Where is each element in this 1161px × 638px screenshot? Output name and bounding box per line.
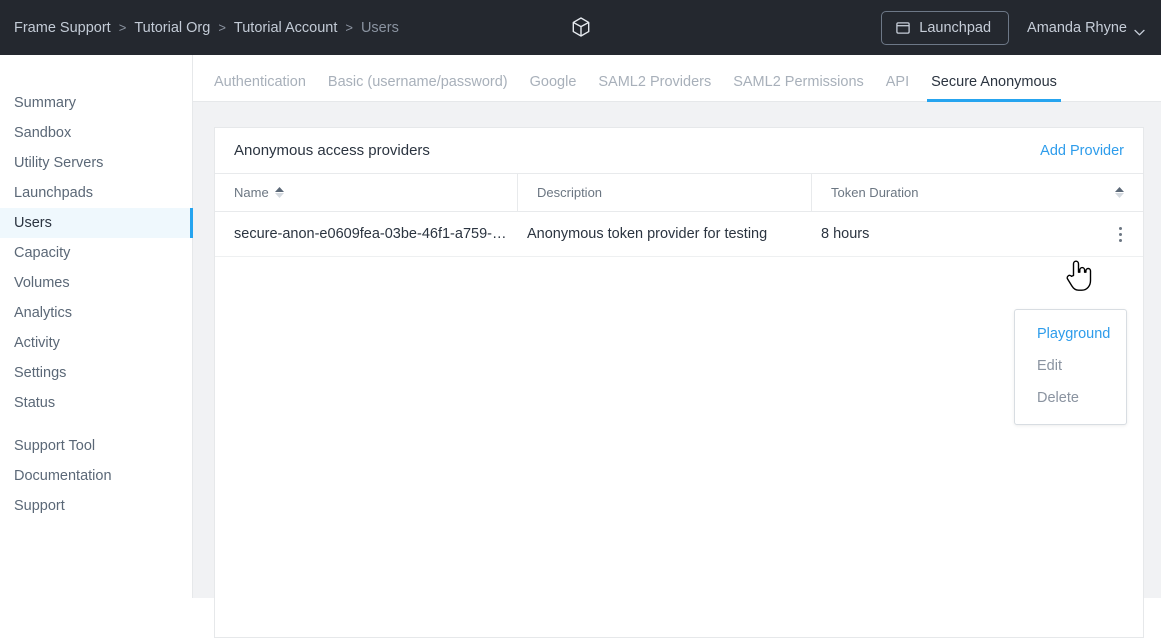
sidebar-item-status[interactable]: Status: [0, 388, 192, 418]
sidebar-item-launchpads[interactable]: Launchpads: [0, 178, 192, 208]
sidebar-item-label: Summary: [14, 95, 77, 111]
sort-arrows-icon[interactable]: [274, 187, 284, 198]
window-icon: [896, 21, 911, 34]
user-menu-label: Amanda Rhyne: [1027, 19, 1127, 36]
sidebar-item-volumes[interactable]: Volumes: [0, 268, 192, 298]
chevron-down-icon: [1134, 24, 1145, 36]
column-header-token-duration[interactable]: Token Duration: [812, 173, 1143, 212]
sidebar-item-label: Volumes: [14, 275, 70, 291]
kebab-dot: [1118, 238, 1122, 242]
tab-secure-anonymous[interactable]: Secure Anonymous: [927, 74, 1061, 102]
header-actions: Launchpad Amanda Rhyne: [881, 0, 1149, 55]
tab-saml2-providers[interactable]: SAML2 Providers: [598, 74, 711, 101]
breadcrumb-separator: >: [218, 20, 226, 35]
top-header-bar: Frame Support > Tutorial Org > Tutorial …: [0, 0, 1161, 55]
breadcrumb-separator: >: [118, 20, 127, 35]
sidebar-item-label: Users: [14, 215, 52, 231]
breadcrumb: Frame Support > Tutorial Org > Tutorial …: [14, 20, 399, 36]
sidebar-item-support-tool[interactable]: Support Tool: [0, 431, 192, 461]
cell-token-duration: 8 hours: [821, 226, 870, 242]
tab-label: Authentication: [214, 74, 306, 90]
sidebar-item-label: Capacity: [14, 245, 71, 261]
tab-bar: Authentication Basic (username/password)…: [193, 55, 1161, 102]
main-content: Authentication Basic (username/password)…: [193, 55, 1161, 638]
sidebar-item-label: Support: [14, 498, 65, 514]
sidebar-item-label: Activity: [14, 335, 60, 351]
sidebar-item-analytics[interactable]: Analytics: [0, 298, 192, 328]
sidebar-item-documentation[interactable]: Documentation: [0, 461, 192, 491]
kebab-menu-icon[interactable]: [1109, 223, 1131, 245]
column-header-label: Token Duration: [831, 185, 919, 200]
tab-saml2-permissions[interactable]: SAML2 Permissions: [733, 74, 864, 101]
sidebar-item-capacity[interactable]: Capacity: [0, 238, 192, 268]
tab-api[interactable]: API: [886, 74, 909, 101]
sort-arrows-icon[interactable]: [1115, 187, 1124, 198]
kebab-dot: [1118, 226, 1122, 230]
menu-item-label: Edit: [1037, 358, 1062, 374]
sidebar-item-users[interactable]: Users: [0, 208, 193, 238]
cell-description: Anonymous token provider for testing: [527, 226, 768, 242]
breadcrumb-item-frame-support[interactable]: Frame Support: [14, 20, 111, 36]
breadcrumb-item-tutorial-org[interactable]: Tutorial Org: [134, 20, 210, 36]
menu-item-label: Playground: [1037, 326, 1111, 342]
sidebar-item-label: Utility Servers: [14, 155, 104, 171]
menu-item-delete[interactable]: Delete: [1015, 382, 1126, 414]
kebab-dot: [1118, 232, 1122, 236]
tab-label: SAML2 Providers: [598, 74, 712, 90]
table-header-row: Name Description Token Duration: [215, 173, 1143, 212]
breadcrumb-separator: >: [345, 20, 353, 35]
add-provider-link[interactable]: Add Provider: [1040, 143, 1124, 159]
sidebar-item-activity[interactable]: Activity: [0, 328, 192, 358]
sidebar-item-settings[interactable]: Settings: [0, 358, 192, 388]
tab-label: API: [885, 74, 910, 90]
tab-label: Secure Anonymous: [931, 74, 1057, 90]
menu-item-label: Delete: [1037, 390, 1079, 406]
providers-card: Anonymous access providers Add Provider …: [214, 127, 1144, 638]
menu-item-edit[interactable]: Edit: [1015, 350, 1126, 382]
sidebar-item-label: Status: [14, 395, 56, 411]
table-row[interactable]: secure-anon-e0609fea-03be-46f1-a759-74..…: [215, 212, 1143, 257]
user-menu[interactable]: Amanda Rhyne: [1027, 20, 1149, 36]
sidebar-item-support[interactable]: Support: [0, 491, 192, 521]
sidebar-item-summary[interactable]: Summary: [0, 88, 192, 118]
tab-basic-username-password[interactable]: Basic (username/password): [328, 74, 508, 101]
column-header-label: Name: [234, 185, 269, 200]
tab-google[interactable]: Google: [530, 74, 577, 101]
card-title: Anonymous access providers: [234, 142, 430, 159]
sidebar-item-label: Analytics: [14, 305, 73, 321]
tab-label: Basic (username/password): [327, 74, 508, 90]
cell-name: secure-anon-e0609fea-03be-46f1-a759-74..…: [234, 226, 508, 242]
launchpad-button[interactable]: Launchpad: [881, 10, 1010, 45]
column-header-label: Description: [537, 185, 603, 200]
sidebar-item-label: Documentation: [14, 468, 112, 484]
menu-item-playground[interactable]: Playground: [1015, 318, 1126, 350]
sidebar: Summary Sandbox Utility Servers Launchpa…: [0, 55, 193, 598]
sidebar-item-label: Sandbox: [14, 125, 72, 141]
cube-icon: [570, 16, 592, 38]
tab-authentication[interactable]: Authentication: [214, 74, 306, 101]
sidebar-divider-space: [0, 418, 192, 431]
sidebar-item-label: Settings: [14, 365, 67, 381]
column-header-name[interactable]: Name: [215, 173, 518, 212]
tab-label: SAML2 Permissions: [733, 74, 864, 90]
column-header-description: Description: [518, 173, 812, 212]
card-header: Anonymous access providers Add Provider: [215, 128, 1143, 173]
launchpad-button-label: Launchpad: [919, 19, 992, 36]
sidebar-item-utility-servers[interactable]: Utility Servers: [0, 148, 192, 178]
sidebar-item-sandbox[interactable]: Sandbox: [0, 118, 192, 148]
breadcrumb-item-users: Users: [360, 19, 399, 36]
sidebar-item-label: Launchpads: [14, 185, 94, 201]
breadcrumb-item-tutorial-account[interactable]: Tutorial Account: [234, 20, 337, 36]
sidebar-item-label: Support Tool: [14, 438, 96, 454]
row-actions-dropdown: Playground Edit Delete: [1014, 309, 1127, 425]
tab-label: Google: [529, 74, 577, 90]
